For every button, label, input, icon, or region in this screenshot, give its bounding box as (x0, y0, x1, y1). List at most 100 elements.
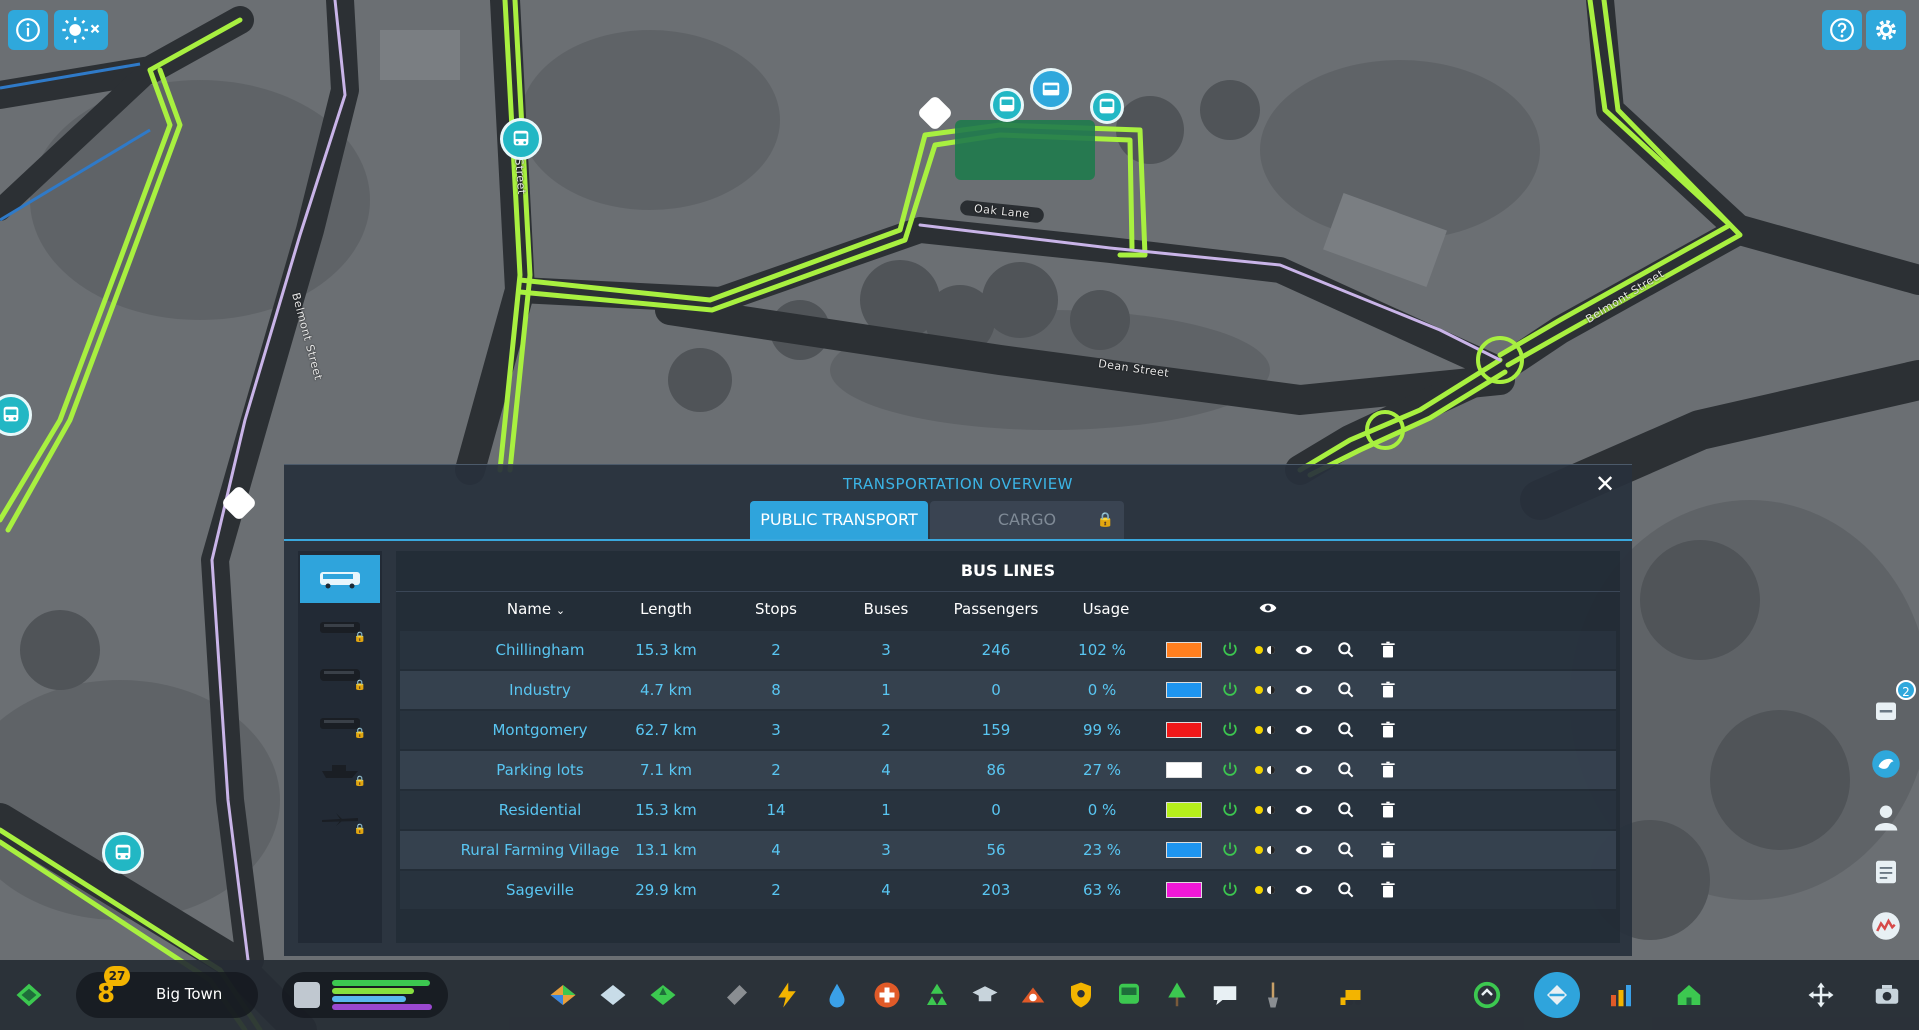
line-color-swatch[interactable] (1166, 842, 1202, 858)
transport-type-train[interactable]: 🔒 (300, 651, 380, 699)
day-night-icon[interactable] (1252, 760, 1280, 780)
day-night-icon[interactable] (1252, 720, 1280, 740)
power-icon[interactable] (1220, 640, 1240, 660)
search-icon[interactable] (1336, 640, 1356, 660)
transport-routes-tool[interactable] (1470, 978, 1504, 1012)
bus-stop-marker[interactable] (990, 88, 1024, 122)
transport-type-airplane[interactable]: 🔒 (300, 795, 380, 843)
help-button[interactable] (1822, 10, 1862, 50)
transport-type-bus[interactable] (300, 555, 380, 603)
bus-stop-marker[interactable] (500, 118, 542, 160)
statistics-button[interactable] (1604, 978, 1638, 1012)
power-icon[interactable] (1220, 680, 1240, 700)
police-tool[interactable] (1064, 978, 1098, 1012)
line-color-swatch[interactable] (1166, 642, 1202, 658)
search-icon[interactable] (1336, 720, 1356, 740)
communications-tool[interactable] (1208, 978, 1242, 1012)
roads-tool[interactable] (720, 978, 754, 1012)
table-row[interactable]: Rural Farming Village 13.1 km 4 3 56 23 % (400, 831, 1616, 869)
eye-icon[interactable] (1294, 680, 1314, 700)
power-icon[interactable] (1220, 760, 1240, 780)
line-color-swatch[interactable] (1166, 762, 1202, 778)
close-button[interactable]: ✕ (1592, 471, 1618, 497)
table-row[interactable]: Residential 15.3 km 14 1 0 0 % (400, 791, 1616, 829)
column-header-name[interactable]: Name ⌄ (476, 600, 596, 618)
table-row[interactable]: Chillingham 15.3 km 2 3 246 102 % (400, 631, 1616, 669)
search-icon[interactable] (1336, 680, 1356, 700)
trash-icon[interactable] (1378, 880, 1398, 900)
bus-depot-marker[interactable] (1030, 68, 1072, 110)
photo-mode-button[interactable] (1870, 978, 1904, 1012)
electricity-tool[interactable] (770, 978, 804, 1012)
power-icon[interactable] (1220, 880, 1240, 900)
trash-icon[interactable] (1378, 800, 1398, 820)
day-night-icon[interactable] (1252, 880, 1280, 900)
line-color-swatch[interactable] (1166, 682, 1202, 698)
search-icon[interactable] (1336, 760, 1356, 780)
column-header-passengers[interactable]: Passengers (926, 600, 1066, 618)
table-row[interactable]: Sageville 29.9 km 2 4 203 63 % (400, 871, 1616, 909)
column-header-length[interactable]: Length (616, 600, 716, 618)
area-tool[interactable] (596, 978, 630, 1012)
settings-button[interactable] (1866, 10, 1906, 50)
day-night-icon[interactable] (1252, 680, 1280, 700)
weather-toggle-button[interactable] (54, 10, 108, 50)
city-info[interactable]: 8 27 Big Town (76, 966, 258, 1018)
power-icon[interactable] (1220, 800, 1240, 820)
progression-button[interactable] (1672, 978, 1706, 1012)
map-view-button[interactable] (12, 978, 46, 1012)
column-header-stops[interactable]: Stops (726, 600, 826, 618)
eye-icon[interactable] (1294, 760, 1314, 780)
eye-icon[interactable] (1258, 598, 1278, 618)
fire-tool[interactable] (1016, 978, 1050, 1012)
bulldoze-tool[interactable] (1336, 978, 1370, 1012)
trash-icon[interactable] (1378, 760, 1398, 780)
column-header-usage[interactable]: Usage (1056, 600, 1156, 618)
eye-icon[interactable] (1294, 640, 1314, 660)
day-night-icon[interactable] (1252, 640, 1280, 660)
line-color-swatch[interactable] (1166, 802, 1202, 818)
landscape-tool[interactable] (1256, 978, 1290, 1012)
bus-stop-marker[interactable] (102, 832, 144, 874)
trash-icon[interactable] (1378, 680, 1398, 700)
eye-icon[interactable] (1294, 840, 1314, 860)
table-row[interactable]: Industry 4.7 km 8 1 0 0 % (400, 671, 1616, 709)
info-button[interactable] (8, 10, 48, 50)
health-tool[interactable] (870, 978, 904, 1012)
trash-icon[interactable] (1378, 640, 1398, 660)
transport-type-ship[interactable]: 🔒 (300, 747, 380, 795)
eye-icon[interactable] (1294, 720, 1314, 740)
tab-public-transport[interactable]: PUBLIC TRANSPORT (750, 501, 928, 539)
radio-button[interactable] (1866, 906, 1906, 946)
trash-icon[interactable] (1378, 840, 1398, 860)
water-tool[interactable] (820, 978, 854, 1012)
transport-type-tram[interactable]: 🔒 (300, 603, 380, 651)
day-night-icon[interactable] (1252, 800, 1280, 820)
column-header-buses[interactable]: Buses (836, 600, 936, 618)
transportation-overview-button[interactable] (1534, 972, 1580, 1018)
game-viewport[interactable]: Oak Lane Dean Street Belmont Street Belm… (0, 0, 1919, 1030)
citizens-button[interactable] (1866, 798, 1906, 838)
search-icon[interactable] (1336, 880, 1356, 900)
city-stats[interactable] (282, 972, 448, 1018)
parks-tool[interactable] (1160, 978, 1194, 1012)
eye-icon[interactable] (1294, 880, 1314, 900)
table-row[interactable]: Parking lots 7.1 km 2 4 86 27 % (400, 751, 1616, 789)
transportation-tool[interactable] (1112, 978, 1146, 1012)
garbage-tool[interactable] (920, 978, 954, 1012)
line-color-swatch[interactable] (1166, 882, 1202, 898)
transport-type-subway[interactable]: 🔒 (300, 699, 380, 747)
power-icon[interactable] (1220, 720, 1240, 740)
bus-stop-marker[interactable] (1090, 90, 1124, 124)
power-icon[interactable] (1220, 840, 1240, 860)
search-icon[interactable] (1336, 800, 1356, 820)
line-color-swatch[interactable] (1166, 722, 1202, 738)
day-night-icon[interactable] (1252, 840, 1280, 860)
education-tool[interactable] (968, 978, 1002, 1012)
tab-cargo[interactable]: CARGO 🔒 (930, 501, 1124, 539)
table-row[interactable]: Montgomery 62.7 km 3 2 159 99 % (400, 711, 1616, 749)
camera-move-button[interactable] (1804, 978, 1838, 1012)
trash-icon[interactable] (1378, 720, 1398, 740)
chirper-button[interactable] (1866, 744, 1906, 784)
search-icon[interactable] (1336, 840, 1356, 860)
